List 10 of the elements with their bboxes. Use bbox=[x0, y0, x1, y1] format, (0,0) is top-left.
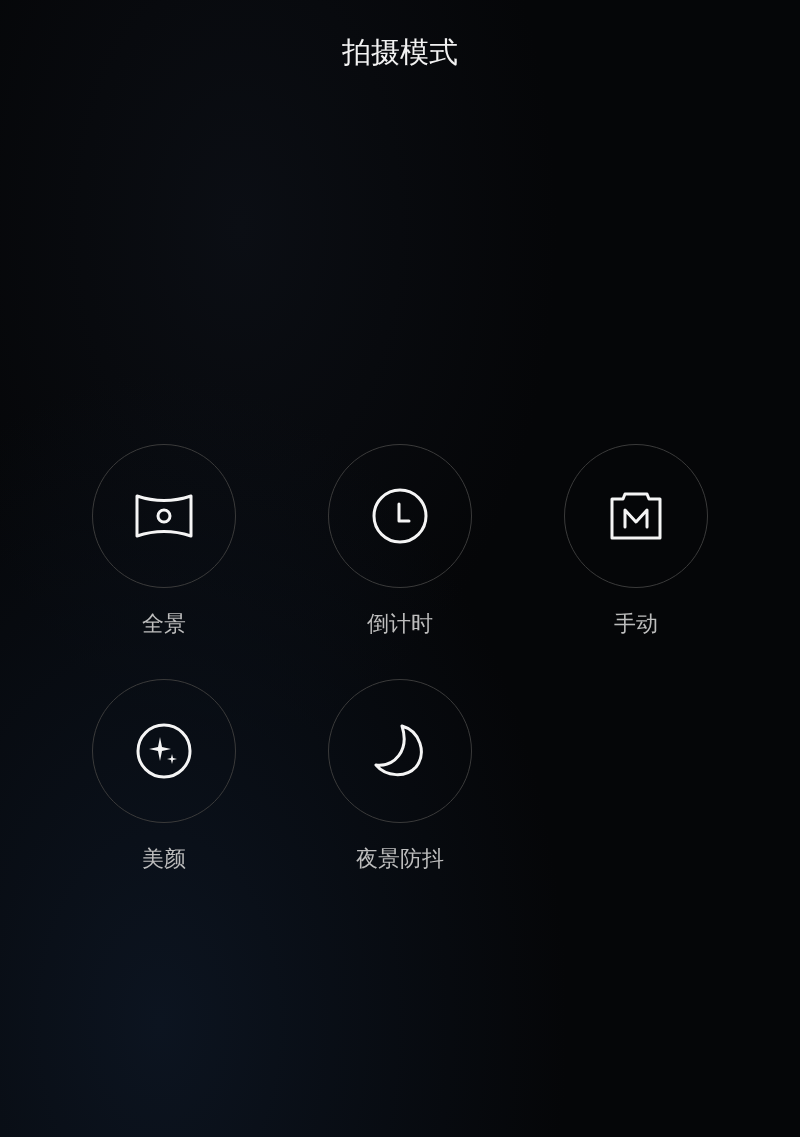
mode-label: 夜景防抖 bbox=[356, 845, 444, 873]
mode-label: 美颜 bbox=[142, 845, 186, 873]
clock-icon bbox=[371, 487, 429, 545]
mode-label: 倒计时 bbox=[367, 610, 433, 638]
camera-m-icon bbox=[609, 491, 663, 541]
mode-label: 手动 bbox=[614, 610, 658, 638]
screen-title: 拍摄模式 bbox=[342, 34, 458, 70]
sparkle-icon bbox=[135, 722, 193, 780]
panorama-icon bbox=[134, 493, 194, 539]
mode-label: 全景 bbox=[142, 610, 186, 638]
